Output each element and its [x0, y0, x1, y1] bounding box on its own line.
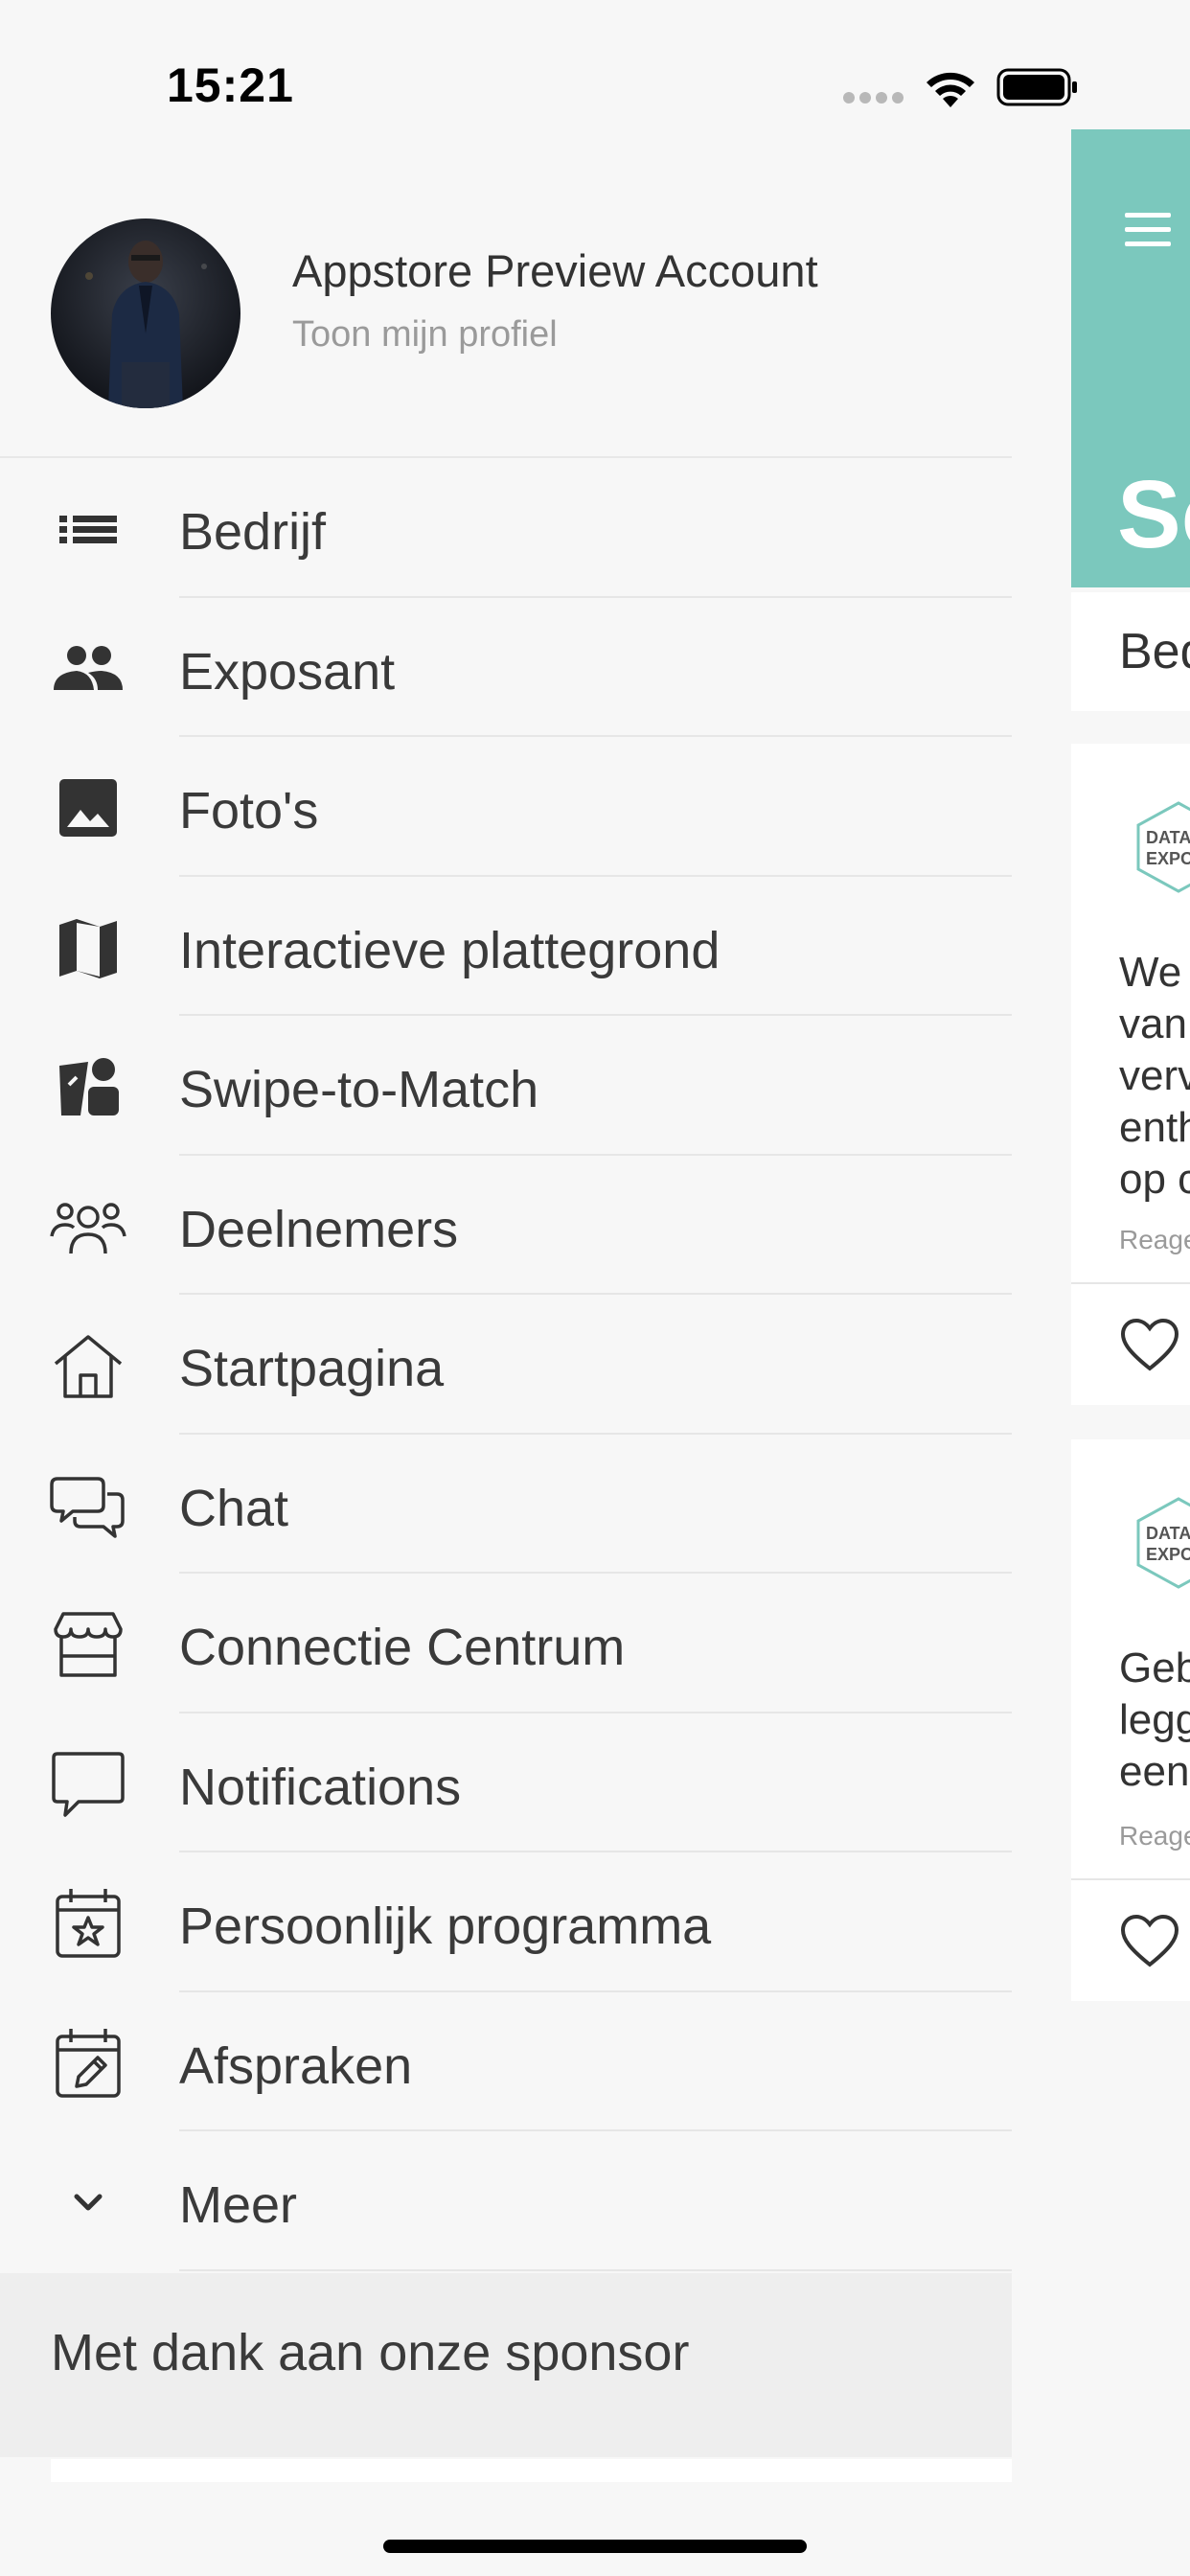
menu-item-meer[interactable]: Meer	[0, 2131, 1012, 2271]
heart-icon[interactable]	[1119, 1913, 1180, 1968]
logo-text: DATA	[1146, 828, 1190, 847]
menu-item-label: Persoonlijk programma	[179, 1898, 712, 1955]
store-icon	[50, 1610, 126, 1679]
swipe-match-icon	[50, 1052, 126, 1121]
menu-item-exposant[interactable]: Exposant	[0, 598, 1012, 737]
drawer-menu: Bedrijf Exposant Foto's Interactieve pla…	[0, 458, 1012, 2271]
logo-text: EXPO	[1146, 1545, 1190, 1564]
home-icon	[50, 1331, 126, 1400]
company-logo	[1131, 1495, 1190, 1591]
speech-bubble-icon	[50, 1750, 126, 1819]
tab-label[interactable]: Bed	[1119, 623, 1190, 680]
wifi-icon	[922, 65, 979, 109]
post-text-line: Geb	[1119, 1644, 1190, 1691]
menu-item-label: Bedrijf	[179, 503, 327, 561]
post-meta[interactable]: Reage	[1119, 1821, 1190, 1852]
status-time: 15:21	[167, 58, 294, 112]
battery-icon	[996, 67, 1079, 107]
chevron-down-icon	[50, 2168, 126, 2237]
menu-item-label: Startpagina	[179, 1340, 445, 1397]
list-icon	[50, 494, 126, 564]
profile-header[interactable]: Appstore Preview Account Toon mijn profi…	[0, 201, 1012, 458]
post-text-line: van	[1119, 1000, 1187, 1047]
page-title: Sc	[1117, 461, 1190, 568]
logo-text: DATA	[1146, 1524, 1190, 1543]
post-text-line: We	[1119, 949, 1182, 996]
menu-item-notifications[interactable]: Notifications	[0, 1714, 1012, 1852]
card-divider	[1071, 1878, 1190, 1880]
sponsor-banner[interactable]	[51, 2459, 1012, 2482]
menu-item-label: Afspraken	[179, 2036, 413, 2095]
post-text-line: enth	[1119, 1104, 1190, 1151]
post-card[interactable]: DATA EXPO We van verv enth op c Reage	[1071, 744, 1190, 1405]
home-indicator[interactable]	[383, 2540, 807, 2553]
menu-item-label: Swipe-to-Match	[179, 1061, 539, 1118]
calendar-star-icon	[50, 1889, 126, 1958]
status-bar: 15:21	[0, 0, 1190, 134]
divider	[179, 2268, 1012, 2271]
logo-text: EXPO	[1146, 849, 1190, 868]
sponsor-label: Met dank aan onze sponsor	[51, 2324, 690, 2381]
hamburger-menu-icon[interactable]	[1125, 213, 1171, 247]
post-meta[interactable]: Reage	[1119, 1225, 1190, 1255]
menu-item-connectie-centrum[interactable]: Connectie Centrum	[0, 1574, 1012, 1714]
menu-item-chat[interactable]: Chat	[0, 1435, 1012, 1574]
card-divider	[1071, 1282, 1190, 1284]
view-profile-link[interactable]: Toon mijn profiel	[292, 314, 558, 356]
post-card[interactable]: DATA EXPO Geb legg een Reage	[1071, 1439, 1190, 2001]
side-drawer: Appstore Preview Account Toon mijn profi…	[0, 0, 1012, 2576]
post-text-line: op c	[1119, 1156, 1190, 1203]
menu-item-label: Foto's	[179, 782, 319, 840]
avatar[interactable]	[51, 218, 240, 408]
map-icon	[50, 913, 126, 982]
menu-item-label: Connectie Centrum	[179, 1619, 626, 1676]
menu-item-bedrijf[interactable]: Bedrijf	[0, 458, 1012, 598]
menu-item-swipe-to-match[interactable]: Swipe-to-Match	[0, 1016, 1012, 1156]
menu-item-label: Exposant	[179, 642, 396, 701]
post-text-line: verv	[1119, 1052, 1190, 1099]
menu-item-label: Interactieve plattegrond	[179, 921, 721, 979]
profile-name: Appstore Preview Account	[292, 245, 818, 296]
main-content[interactable]: Sc Bed DATA EXPO We van verv enth op c R…	[1071, 0, 1190, 2576]
cellular-signal-icon	[843, 92, 904, 105]
company-logo	[1131, 799, 1190, 895]
app-screen: 15:21 Sc Bed	[0, 0, 1190, 2576]
menu-item-deelnemers[interactable]: Deelnemers	[0, 1156, 1012, 1295]
image-icon	[50, 773, 126, 842]
calendar-edit-icon	[50, 2028, 126, 2098]
people-icon	[50, 634, 126, 703]
menu-item-label: Chat	[179, 1479, 289, 1537]
menu-item-label: Meer	[179, 2176, 298, 2234]
menu-item-afspraken[interactable]: Afspraken	[0, 1992, 1012, 2131]
post-text-line: een	[1119, 1748, 1190, 1795]
sponsor-section: Met dank aan onze sponsor	[0, 2273, 1012, 2457]
menu-item-persoonlijk-programma[interactable]: Persoonlijk programma	[0, 1852, 1012, 1992]
menu-item-plattegrond[interactable]: Interactieve plattegrond	[0, 877, 1012, 1016]
menu-item-startpagina[interactable]: Startpagina	[0, 1295, 1012, 1435]
menu-item-label: Notifications	[179, 1758, 462, 1816]
participants-icon	[50, 1192, 126, 1261]
post-text-line: legg	[1119, 1696, 1190, 1743]
menu-item-label: Deelnemers	[179, 1200, 459, 1258]
menu-item-fotos[interactable]: Foto's	[0, 737, 1012, 877]
chat-icon	[50, 1471, 126, 1540]
heart-icon[interactable]	[1119, 1317, 1180, 1372]
